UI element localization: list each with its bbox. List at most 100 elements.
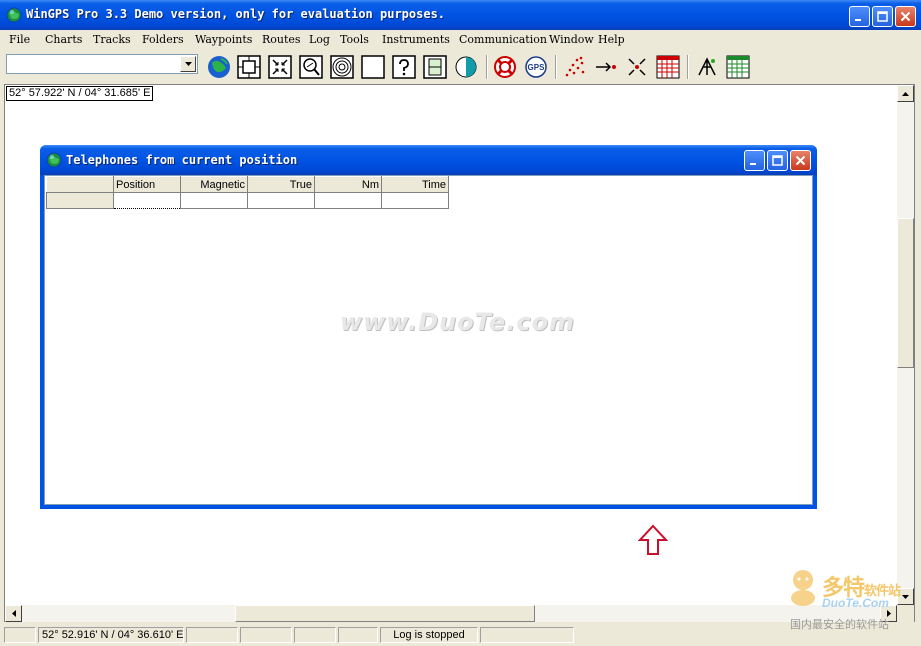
vertical-scrollbar[interactable]	[897, 85, 914, 605]
cell-nm[interactable]	[314, 192, 382, 209]
globe-button[interactable]	[206, 54, 232, 80]
up-arrow-cursor-icon	[637, 524, 669, 559]
main-title-bar[interactable]: WinGPS Pro 3.3 Demo version, only for ev…	[0, 0, 921, 30]
menu-charts[interactable]: Charts	[45, 33, 82, 46]
status-panel-5	[338, 627, 378, 643]
lifebuoy-button[interactable]	[492, 54, 518, 80]
chart-frame-button[interactable]	[236, 54, 262, 80]
grid-header-row: Position Magnetic True Nm Time	[46, 176, 449, 193]
status-log-state: Log is stopped	[380, 627, 478, 643]
maximize-icon	[772, 155, 783, 166]
cell-magnetic[interactable]	[180, 192, 248, 209]
child-close-button[interactable]	[790, 150, 811, 171]
telephones-window-title-bar[interactable]: Telephones from current position	[40, 145, 817, 175]
goto-button[interactable]	[593, 54, 619, 80]
blank-chart-icon	[361, 55, 385, 79]
menu-folders[interactable]: Folders	[142, 33, 184, 46]
child-minimize-button[interactable]	[744, 150, 765, 171]
cell-position[interactable]	[113, 192, 181, 209]
watermark-text: www.DuoTe.com	[340, 308, 575, 336]
zoom-fit-button[interactable]	[267, 54, 293, 80]
menu-bar: File Charts Tracks Folders Waypoints Rou…	[0, 30, 921, 50]
collapse-button[interactable]	[624, 54, 650, 80]
column-header-magnetic[interactable]: Magnetic	[180, 176, 248, 193]
day-night-icon	[455, 56, 477, 78]
grid-corner-header	[46, 176, 114, 193]
minimize-button[interactable]	[849, 6, 870, 27]
cell-true[interactable]	[247, 192, 315, 209]
toolbar: GPS	[0, 50, 921, 84]
goto-icon	[596, 62, 616, 72]
maximize-icon	[877, 11, 888, 22]
close-button[interactable]	[895, 6, 916, 27]
scroll-up-button[interactable]	[897, 85, 914, 102]
waypoints-icon	[565, 56, 585, 77]
row-header-cell	[46, 192, 114, 209]
cell-time[interactable]	[381, 192, 449, 209]
table-button[interactable]	[655, 54, 681, 80]
status-bar: 52° 52.916' N / 04° 36.610' E Log is sto…	[0, 623, 921, 646]
menu-tools[interactable]: Tools	[340, 33, 369, 46]
menu-window[interactable]: Window	[549, 33, 594, 46]
menu-instruments[interactable]: Instruments	[382, 33, 450, 46]
gps-icon: GPS	[525, 56, 547, 78]
column-header-true[interactable]: True	[247, 176, 315, 193]
radar-button[interactable]	[329, 54, 355, 80]
horizontal-scrollbar[interactable]	[5, 605, 897, 622]
globe-icon	[208, 56, 230, 78]
telephones-grid[interactable]: Position Magnetic True Nm Time	[46, 176, 449, 209]
status-panel-7	[480, 627, 574, 643]
logo-en-name: DuoTe.Com	[822, 596, 889, 610]
zoom-button[interactable]	[298, 54, 324, 80]
chart-list-icon	[423, 55, 447, 79]
day-night-button[interactable]	[453, 54, 479, 80]
horizontal-scroll-thumb[interactable]	[235, 605, 535, 622]
status-cursor-position: 52° 52.916' N / 04° 36.610' E	[38, 627, 184, 643]
menu-routes[interactable]: Routes	[262, 33, 301, 46]
chart-select-combo[interactable]	[6, 54, 198, 74]
duote-logo: 多特软件站 DuoTe.Com 国内最安全的软件站	[786, 566, 916, 632]
chart-frame-icon	[237, 55, 261, 79]
telephones-window-body	[44, 175, 813, 505]
grid-table-button[interactable]	[725, 54, 751, 80]
combo-dropdown-button[interactable]	[180, 56, 196, 72]
gps-button[interactable]: GPS	[523, 54, 549, 80]
blank-chart-button[interactable]	[360, 54, 386, 80]
menu-tracks[interactable]: Tracks	[93, 33, 131, 46]
toolbar-separator	[555, 55, 557, 79]
waypoints-button[interactable]	[562, 54, 588, 80]
menu-file[interactable]: File	[9, 33, 30, 46]
chevron-up-icon	[902, 91, 909, 96]
lifebuoy-icon	[494, 56, 516, 78]
radar-icon	[330, 55, 354, 79]
column-header-nm[interactable]: Nm	[314, 176, 382, 193]
column-header-position[interactable]: Position	[113, 176, 181, 193]
close-icon	[900, 11, 911, 22]
svg-text:GPS: GPS	[528, 63, 546, 72]
menu-waypoints[interactable]: Waypoints	[195, 33, 252, 46]
app-globe-icon	[6, 7, 22, 26]
logo-tagline: 国内最安全的软件站	[790, 619, 889, 631]
status-panel-4	[294, 627, 336, 643]
menu-help[interactable]: Help	[598, 33, 625, 46]
chevron-down-icon	[184, 62, 192, 66]
close-icon	[795, 155, 806, 166]
toolbar-separator	[687, 55, 689, 79]
scroll-left-button[interactable]	[5, 605, 22, 622]
compass-rose-button[interactable]	[694, 54, 720, 80]
table-row[interactable]	[46, 192, 449, 209]
status-panel-0	[4, 627, 36, 643]
menu-communication[interactable]: Communication	[459, 33, 547, 46]
maximize-button[interactable]	[872, 6, 893, 27]
column-header-time[interactable]: Time	[381, 176, 449, 193]
telephones-window-title: Telephones from current position	[66, 153, 298, 167]
mascot-icon	[791, 570, 815, 606]
window-globe-icon	[46, 152, 62, 171]
child-maximize-button[interactable]	[767, 150, 788, 171]
chart-list-button[interactable]	[422, 54, 448, 80]
toolbar-separator	[486, 55, 488, 79]
help-button[interactable]	[391, 54, 417, 80]
vertical-scroll-thumb[interactable]	[897, 218, 914, 368]
menu-log[interactable]: Log	[309, 33, 330, 46]
status-panel-2	[186, 627, 238, 643]
